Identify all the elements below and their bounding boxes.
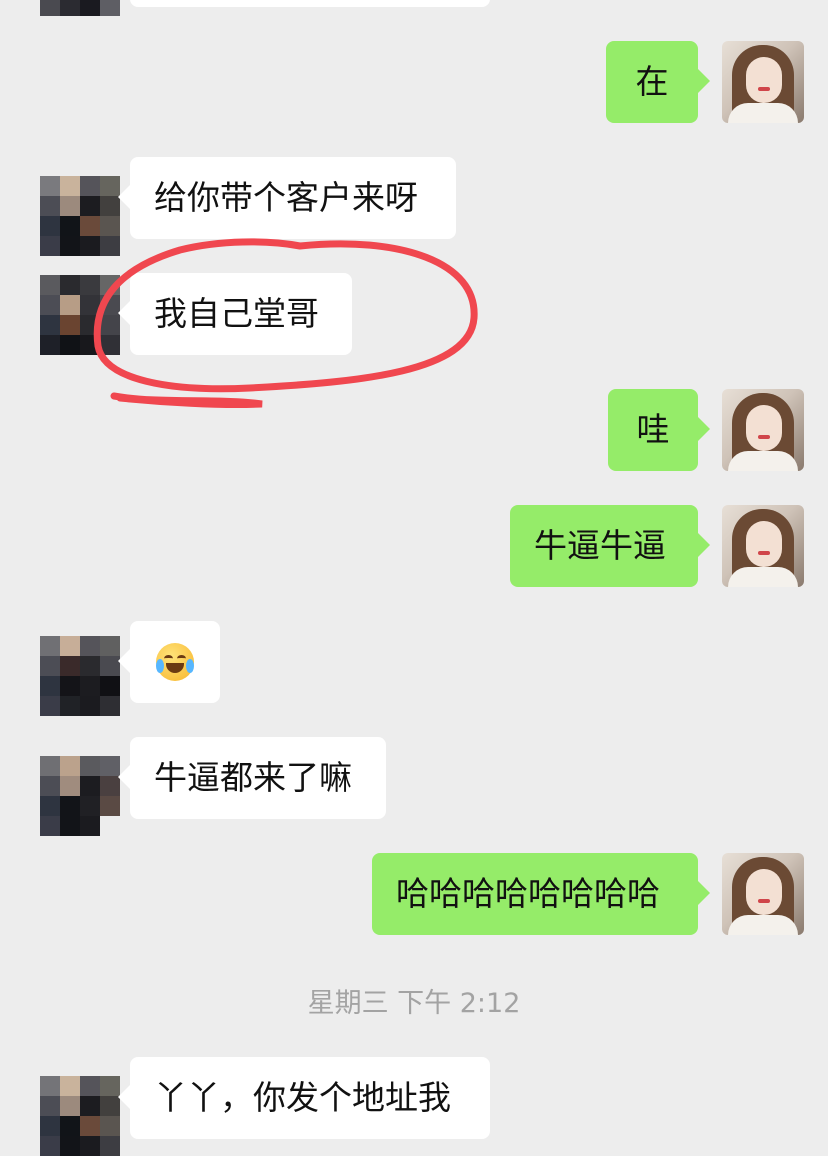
laughing-crying-emoji-icon (156, 643, 194, 681)
chat-screen: { "messages": [ {"id":"m1","side":"out",… (0, 0, 828, 1156)
message-bubble-emoji[interactable] (118, 621, 220, 703)
message-bubble-outgoing[interactable]: 哈哈哈哈哈哈哈哈 (372, 853, 710, 935)
message-bubble-incoming[interactable]: 牛逼都来了嘛 (118, 737, 386, 819)
my-avatar[interactable] (722, 853, 804, 935)
message-bubble-incoming[interactable]: 丫丫，你发个地址我 (118, 1057, 490, 1139)
contact-avatar[interactable] (40, 636, 120, 716)
message-bubble-partial[interactable] (130, 0, 490, 7)
message-bubble-outgoing[interactable]: 哇 (608, 389, 710, 471)
message-bubble-outgoing[interactable]: 在 (606, 41, 710, 123)
chat-timestamp: 星期三 下午 2:12 (307, 988, 521, 1019)
contact-avatar[interactable] (40, 756, 120, 836)
contact-avatar[interactable] (40, 0, 120, 16)
contact-avatar[interactable] (40, 275, 120, 355)
my-avatar[interactable] (722, 389, 804, 471)
my-avatar[interactable] (722, 41, 804, 123)
my-avatar[interactable] (722, 505, 804, 587)
message-bubble-incoming[interactable]: 给你带个客户来呀 (118, 157, 456, 239)
message-bubble-outgoing[interactable]: 牛逼牛逼 (510, 505, 710, 587)
contact-avatar[interactable] (40, 1076, 120, 1156)
message-bubble-incoming-circled[interactable]: 我自己堂哥 (118, 273, 352, 355)
contact-avatar[interactable] (40, 176, 120, 256)
